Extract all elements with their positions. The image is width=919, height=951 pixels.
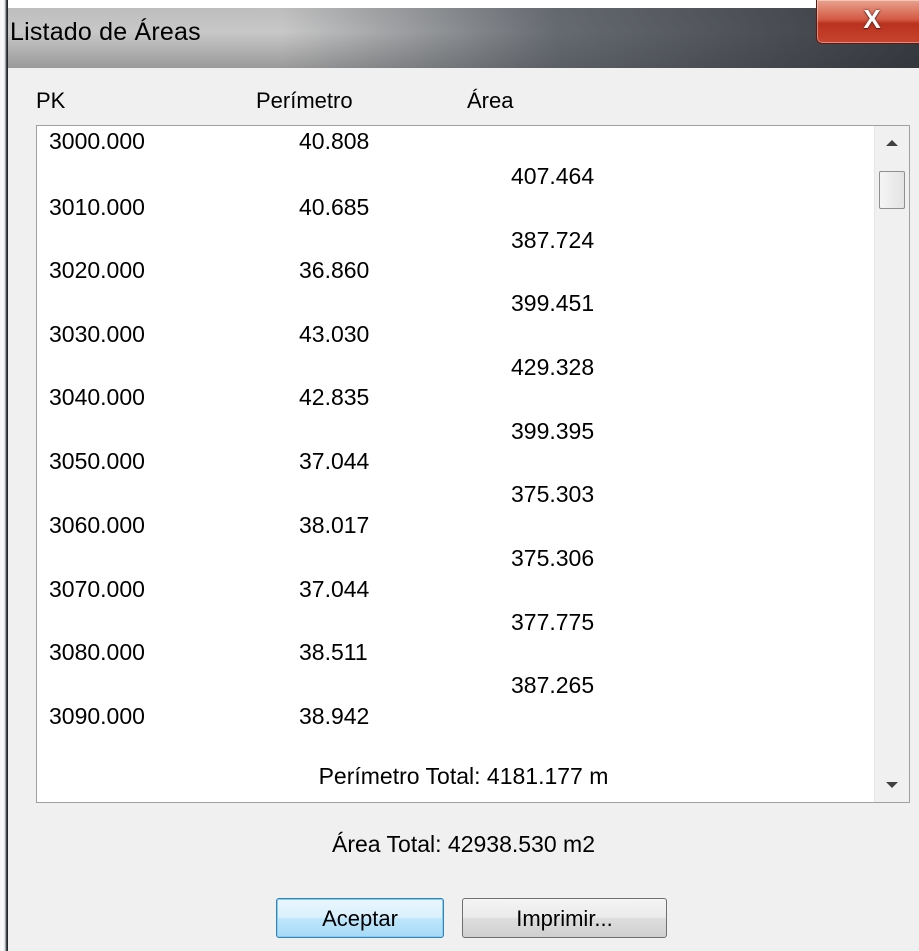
row-pk: 3070.000: [49, 576, 145, 602]
row-pk: 3010.000: [49, 194, 145, 220]
row-perimetro: 38.017: [299, 512, 370, 538]
window-left-border: [0, 0, 8, 951]
row-pk: 3080.000: [49, 639, 145, 665]
row-pk: 3030.000: [49, 321, 145, 347]
column-header-pk: PK: [36, 88, 66, 113]
aceptar-button[interactable]: Aceptar: [276, 898, 444, 938]
dialog-client-area: PK Perímetro Área 3000.000 40.808 407.46…: [8, 68, 919, 951]
row-perimetro: 37.044: [299, 448, 370, 474]
row-pk: 3060.000: [49, 512, 145, 538]
areas-list[interactable]: 3000.000 40.808 407.464 3010.000 40.685 …: [36, 125, 910, 803]
title-bar[interactable]: Listado de Áreas X: [8, 0, 919, 68]
row-pk: 3040.000: [49, 384, 145, 410]
row-pk: 3020.000: [49, 257, 145, 283]
row-area: 375.303: [511, 481, 595, 507]
window-title: Listado de Áreas: [10, 18, 201, 46]
close-button[interactable]: X: [816, 0, 919, 44]
scroll-up-arrow-icon[interactable]: [886, 140, 898, 146]
row-perimetro: 42.835: [299, 384, 370, 410]
area-total-label: Área Total: 42938.530 m2: [332, 831, 595, 857]
row-area: 387.724: [511, 227, 595, 253]
vertical-scrollbar[interactable]: [874, 126, 909, 802]
row-pk: 3050.000: [49, 448, 145, 474]
row-perimetro: 38.511: [299, 639, 368, 665]
row-perimetro: 36.860: [299, 257, 370, 283]
row-area: 407.464: [511, 163, 595, 189]
row-area: 387.265: [511, 672, 595, 698]
row-area: 429.328: [511, 354, 595, 380]
column-header-area: Área: [467, 88, 514, 113]
row-perimetro: 37.044: [299, 576, 370, 602]
row-area: 399.395: [511, 418, 595, 444]
row-perimetro: 40.685: [299, 194, 370, 220]
scrollbar-thumb[interactable]: [879, 171, 905, 209]
row-pk: 3000.000: [49, 128, 145, 154]
row-area: 399.451: [511, 290, 595, 316]
close-icon: X: [863, 4, 881, 34]
perimetro-total-label: Perímetro Total: 4181.177 m: [318, 763, 609, 789]
row-perimetro: 40.808: [299, 128, 370, 154]
row-area: 375.306: [511, 545, 595, 571]
row-area: 377.775: [511, 609, 595, 635]
imprimir-button[interactable]: Imprimir...: [462, 898, 667, 938]
column-header-perimetro: Perímetro: [256, 88, 353, 113]
row-perimetro: 43.030: [299, 321, 370, 347]
row-perimetro: 38.942: [299, 703, 370, 729]
listado-areas-dialog: Listado de Áreas X PK Perímetro Área 300…: [0, 0, 919, 951]
row-pk: 3090.000: [49, 703, 145, 729]
